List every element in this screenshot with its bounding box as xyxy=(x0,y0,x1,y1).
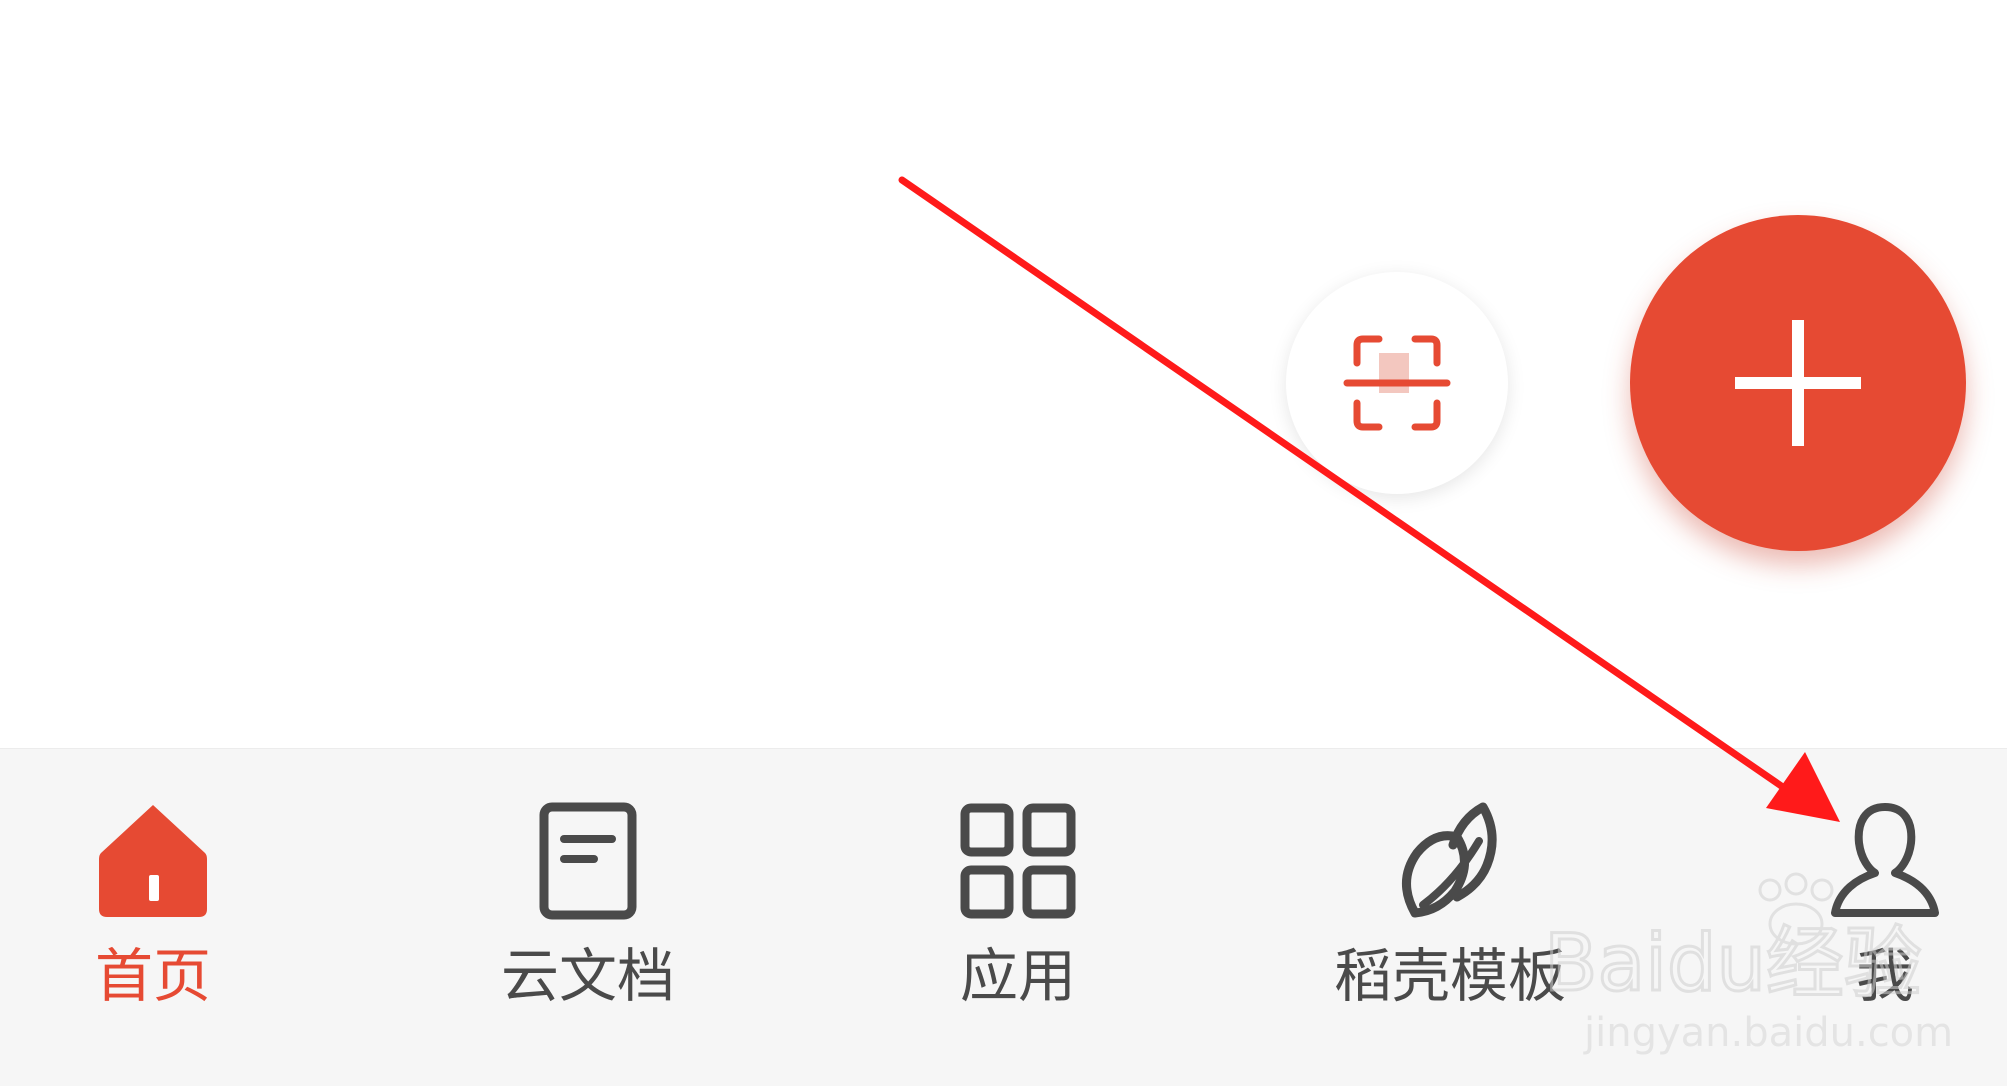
grid-apps-icon xyxy=(954,797,1082,925)
home-icon xyxy=(89,797,217,925)
nav-item-docer-templates[interactable]: 稻壳模板 xyxy=(1310,749,1590,1086)
document-icon xyxy=(524,797,652,925)
nav-item-home[interactable]: 首页 xyxy=(53,749,253,1086)
plus-icon xyxy=(1735,320,1861,446)
nav-item-apps[interactable]: 应用 xyxy=(918,749,1118,1086)
nav-label-me: 我 xyxy=(1855,942,1914,1010)
nav-item-cloud-docs[interactable]: 云文档 xyxy=(468,749,708,1086)
app-screen: 首页 云文档 应用 稻壳模板 我 Baidu经验 jingyan.baidu.c… xyxy=(0,0,2007,1086)
add-fab-button[interactable] xyxy=(1630,215,1966,551)
nav-label-apps: 应用 xyxy=(959,942,1076,1010)
person-icon xyxy=(1821,797,1949,925)
nav-label-cloud-docs: 云文档 xyxy=(500,942,675,1010)
scan-button[interactable] xyxy=(1286,272,1508,494)
bottom-navigation-bar: 首页 云文档 应用 稻壳模板 我 xyxy=(0,748,2007,1086)
nav-label-docer-templates: 稻壳模板 xyxy=(1333,942,1566,1010)
nav-item-me[interactable]: 我 xyxy=(1800,749,1970,1086)
nav-label-home: 首页 xyxy=(94,942,211,1010)
scan-document-icon xyxy=(1343,335,1451,431)
leaf-icon xyxy=(1386,797,1514,925)
